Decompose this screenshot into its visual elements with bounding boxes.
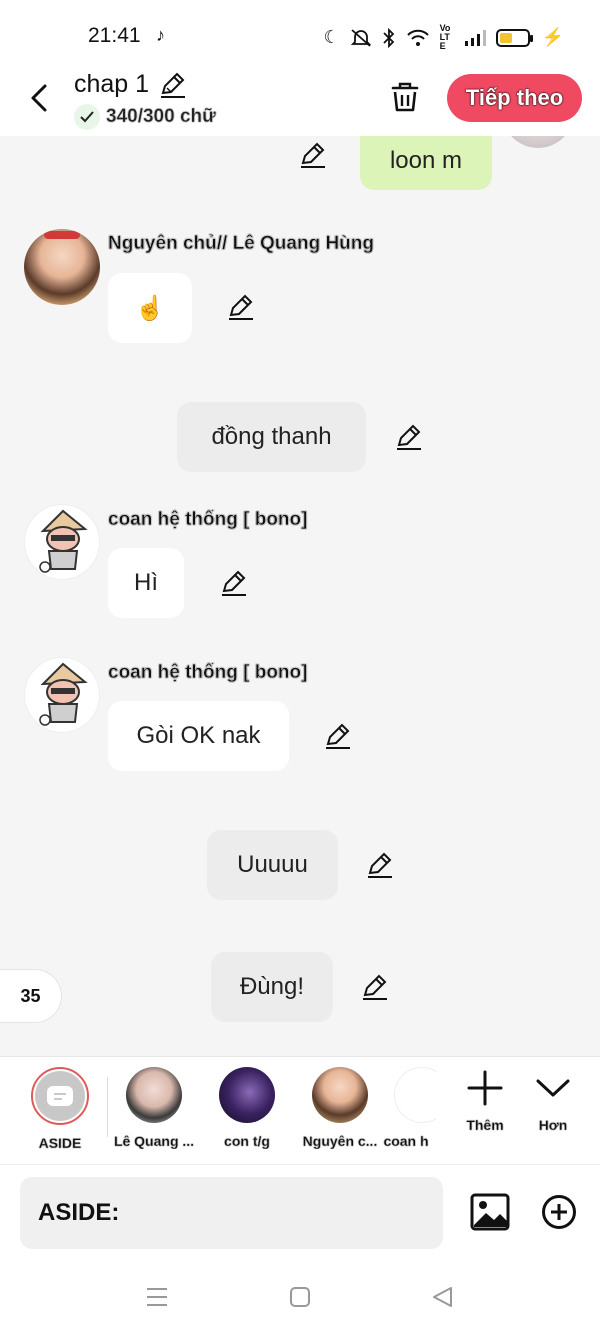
add-character-button[interactable]: Thêm xyxy=(466,1069,504,1133)
message-bubble[interactable]: đồng thanh xyxy=(177,402,366,472)
sender-name: coan hệ thống [ bono] xyxy=(108,662,308,683)
character-aside[interactable]: ASIDE xyxy=(15,1067,105,1151)
edit-message-icon[interactable] xyxy=(298,140,328,170)
add-label: Thêm xyxy=(466,1117,504,1133)
chapter-header: chap 1 340/300 chữ Tiếp theo xyxy=(0,70,600,136)
character-coan[interactable]: coan h xyxy=(376,1067,436,1149)
square-icon xyxy=(290,1287,310,1307)
mute-bell-icon xyxy=(350,28,371,47)
message-text: Uuuuu xyxy=(237,851,308,878)
more-label: Hơn xyxy=(538,1117,568,1133)
character-con-tg[interactable]: con t/g xyxy=(202,1067,292,1149)
edit-message-icon[interactable] xyxy=(360,972,390,1002)
message-bubble[interactable]: Hì xyxy=(108,548,184,618)
plus-icon xyxy=(467,1070,503,1106)
word-count: 340/300 chữ xyxy=(106,106,216,127)
character-le-quang[interactable]: Lê Quang ... xyxy=(109,1067,199,1149)
wifi-icon xyxy=(406,29,429,46)
edit-message-icon[interactable] xyxy=(394,422,424,452)
status-bar: 21:41 ♪ ☾ VoLTE ⚡ xyxy=(0,0,600,70)
character-bar: ASIDE Lê Quang ... con t/g Nguyên c... c… xyxy=(0,1056,600,1164)
message-bubble[interactable]: Đùng! xyxy=(211,952,333,1022)
system-nav-bar xyxy=(0,1260,600,1333)
message-bubble[interactable]: ☝️ xyxy=(108,273,192,343)
chat-bubble-icon xyxy=(47,1086,73,1106)
signal-icon xyxy=(464,29,486,46)
sender-name: coan hệ thống [ bono] xyxy=(108,509,308,530)
chapter-title[interactable]: chap 1 xyxy=(74,70,149,99)
message-text: Hì xyxy=(134,569,158,596)
character-label: ASIDE xyxy=(38,1135,82,1151)
page-count-badge[interactable]: 35 xyxy=(0,969,62,1023)
message-text: đồng thanh xyxy=(211,423,332,450)
avatar[interactable] xyxy=(502,136,574,148)
divider xyxy=(107,1077,108,1137)
avatar xyxy=(126,1067,182,1123)
character-label: Nguyên c... xyxy=(302,1133,378,1149)
back-button[interactable] xyxy=(22,78,56,118)
message-bubble[interactable]: Uuuuu xyxy=(207,830,338,900)
chevron-left-icon xyxy=(31,84,47,112)
bluetooth-icon xyxy=(382,27,394,48)
edit-message-icon[interactable] xyxy=(365,850,395,880)
trash-icon[interactable] xyxy=(388,80,422,114)
image-icon[interactable] xyxy=(470,1193,510,1231)
character-label: Lê Quang ... xyxy=(113,1133,195,1149)
edit-message-icon[interactable] xyxy=(323,721,353,751)
input-bar xyxy=(0,1164,600,1260)
chat-area[interactable]: loon m Nguyên chủ// Lê Quang Hùng ☝️ đồn… xyxy=(0,136,600,1056)
status-time: 21:41 xyxy=(88,24,141,47)
edit-message-icon[interactable] xyxy=(226,292,256,322)
avatar xyxy=(394,1067,436,1123)
back-nav-button[interactable] xyxy=(428,1282,458,1312)
message-text: loon m xyxy=(389,147,463,174)
message-bubble[interactable]: Gòi OK nak xyxy=(108,701,289,771)
message-bubble[interactable]: loon m xyxy=(360,136,492,190)
sender-name: Nguyên chủ// Lê Quang Hùng xyxy=(108,233,374,254)
charging-icon: ⚡ xyxy=(541,27,564,47)
character-nguyen-chu[interactable]: Nguyên c... xyxy=(295,1067,385,1149)
menu-icon xyxy=(147,1288,167,1306)
status-icons: ☾ VoLTE ⚡ xyxy=(323,24,564,51)
message-text: Đùng! xyxy=(239,973,305,1000)
check-icon xyxy=(74,104,100,130)
avatar xyxy=(219,1067,275,1123)
moon-icon: ☾ xyxy=(323,27,340,47)
character-label: coan h xyxy=(383,1133,429,1149)
chevron-down-icon xyxy=(536,1079,570,1097)
word-count-row: 340/300 chữ xyxy=(74,104,216,130)
avatar[interactable] xyxy=(24,504,100,580)
more-button[interactable]: Hơn xyxy=(535,1069,571,1133)
message-text: Gòi OK nak xyxy=(136,722,261,749)
volte-label: VoLTE xyxy=(439,23,451,51)
avatar[interactable] xyxy=(24,229,100,305)
home-nav-button[interactable] xyxy=(285,1282,315,1312)
next-button[interactable]: Tiếp theo xyxy=(447,74,582,122)
battery-icon xyxy=(495,28,533,47)
aside-avatar xyxy=(31,1067,89,1125)
character-label: con t/g xyxy=(224,1133,270,1149)
avatar[interactable] xyxy=(24,657,100,733)
triangle-back-icon xyxy=(433,1287,452,1307)
avatar xyxy=(312,1067,368,1123)
edit-message-icon[interactable] xyxy=(219,568,249,598)
edit-title-icon[interactable] xyxy=(158,70,188,100)
message-text: ☝️ xyxy=(135,294,165,322)
add-circle-icon[interactable] xyxy=(541,1194,577,1230)
tiktok-icon: ♪ xyxy=(156,25,165,45)
message-input[interactable] xyxy=(20,1177,443,1249)
menu-nav-button[interactable] xyxy=(142,1282,172,1312)
